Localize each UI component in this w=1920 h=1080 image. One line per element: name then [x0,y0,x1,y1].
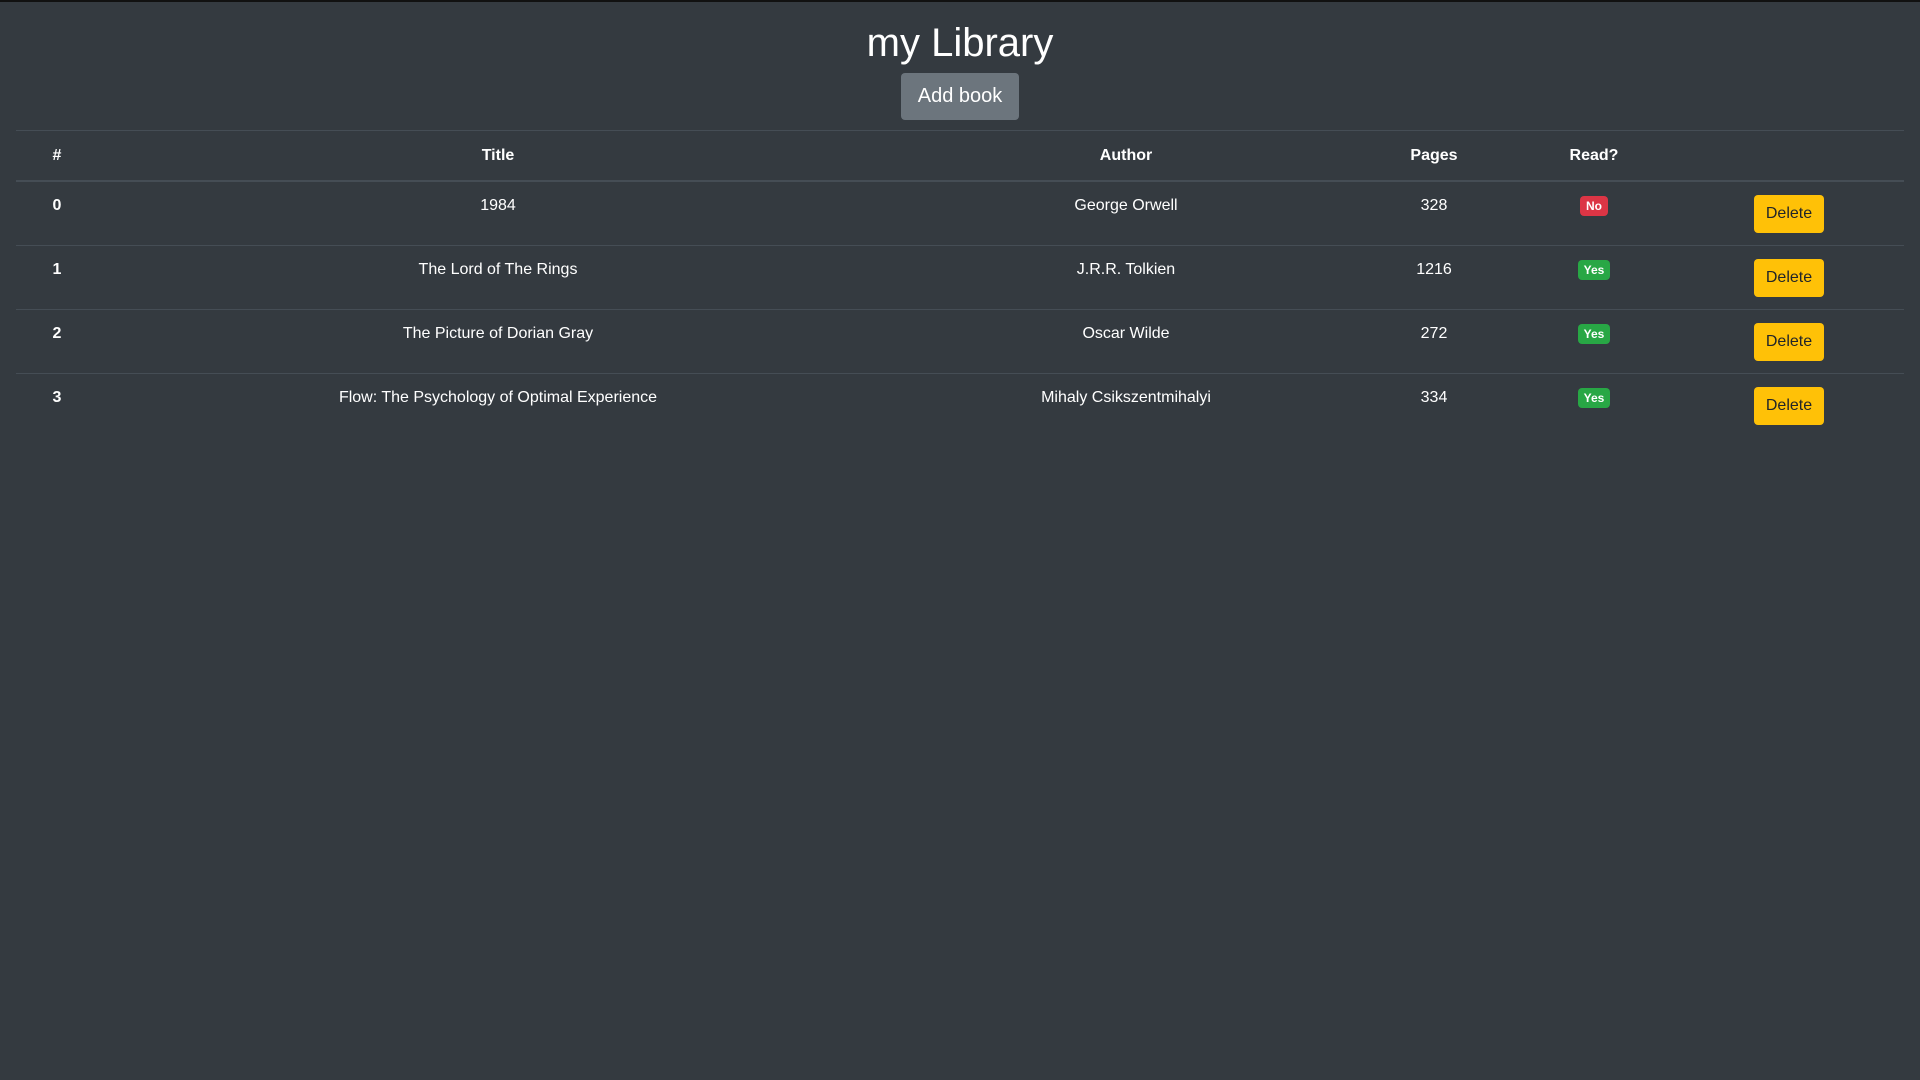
column-header-actions [1674,130,1904,182]
cell-title: The Lord of The Rings [98,245,898,310]
page-title: my Library [866,21,1054,65]
read-status-badge: No [1580,196,1608,216]
table-row: 3 Flow: The Psychology of Optimal Experi… [16,373,1904,437]
column-header-read: Read? [1514,130,1674,182]
cell-author: George Orwell [1074,197,1178,214]
cell-title: 1984 [480,197,516,214]
table-header: # Title Author Pages Read? [16,130,1904,182]
table-body: 0 1984 George Orwell 328 No Delete 1 The … [16,181,1904,437]
cell-title: Flow: The Psychology of Optimal Experien… [98,373,898,437]
add-book-button[interactable]: Add book [900,73,1020,120]
cell-author: Oscar Wilde [898,309,1354,374]
read-status-badge: Yes [1577,324,1611,344]
read-status-badge: Yes [1577,388,1611,408]
column-header-author: Author [898,130,1354,182]
cell-index: 2 [16,309,98,374]
column-header-index: # [16,130,98,182]
column-header-pages: Pages [1354,130,1514,182]
cell-author: Mihaly Csikszentmihalyi [898,373,1354,437]
cell-pages: 328 [1420,197,1448,214]
cell-actions: Delete [1674,309,1904,374]
table-row: 1 The Lord of The Rings J.R.R. Tolkien 1… [16,245,1904,310]
cell-author: J.R.R. Tolkien [898,245,1354,310]
add-book-wrapper: Add book [0,73,1920,120]
books-table: # Title Author Pages Read? 0 1984 George… [16,130,1904,437]
cell-index: 1 [16,245,98,310]
cell-read: Yes [1514,309,1674,374]
read-status-badge: Yes [1577,260,1611,280]
cell-read: Yes [1514,245,1674,310]
cell-actions: Delete [1674,181,1904,246]
cell-pages: 1216 [1354,245,1514,310]
cell-index: 0 [52,197,62,214]
cell-pages: 272 [1354,309,1514,374]
table-row: 0 1984 George Orwell 328 No Delete [16,181,1904,246]
cell-actions: Delete [1674,373,1904,437]
delete-button[interactable]: Delete [1753,259,1825,297]
delete-button[interactable]: Delete [1753,323,1825,361]
cell-read: No [1514,181,1674,246]
table-row: 2 The Picture of Dorian Gray Oscar Wilde… [16,309,1904,374]
cell-title: The Picture of Dorian Gray [98,309,898,374]
cell-index: 3 [16,373,98,437]
delete-button[interactable]: Delete [1753,387,1825,425]
column-header-title: Title [98,130,898,182]
delete-button[interactable]: Delete [1753,195,1825,233]
cell-actions: Delete [1674,245,1904,310]
cell-pages: 334 [1354,373,1514,437]
cell-read: Yes [1514,373,1674,437]
